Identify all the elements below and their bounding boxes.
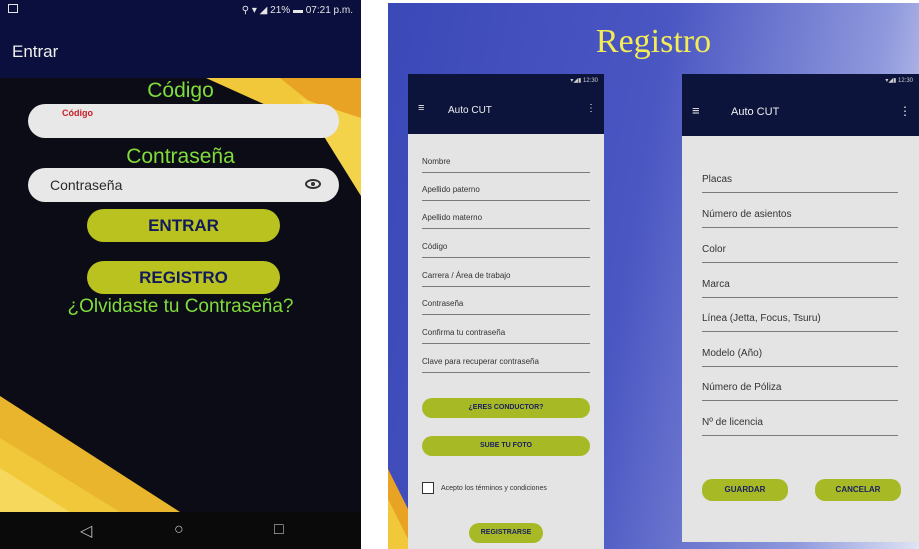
location-icon: ⚲ bbox=[241, 5, 250, 16]
upload-photo-button[interactable]: SUBE TU FOTO bbox=[422, 436, 590, 456]
placas-field[interactable]: Placas bbox=[702, 174, 898, 193]
status-signal-icons: ▾◢▮ bbox=[570, 78, 583, 84]
status-bar: ▾◢▮ 12:30 bbox=[682, 74, 919, 88]
status-bar: ⚲ ▾ ◢ 21% ▬ 07:21 p.m. bbox=[0, 0, 361, 22]
status-bar: ▾◢▮ 12:30 bbox=[408, 74, 604, 88]
password-placeholder: Contraseña bbox=[50, 177, 123, 193]
carrera-field[interactable]: Carrera / Área de trabajo bbox=[422, 271, 590, 287]
status-signal-icons: ▾◢▮ bbox=[885, 78, 898, 84]
battery-icon: ▬ bbox=[292, 5, 306, 16]
login-form: Código Código Contraseña Contraseña ENTR… bbox=[0, 78, 361, 512]
home-icon[interactable]: ○ bbox=[174, 521, 184, 539]
color-field[interactable]: Color bbox=[702, 244, 898, 263]
screenshot-notification-icon bbox=[8, 4, 18, 13]
battery-percent: 21% bbox=[270, 5, 291, 16]
app-title: Entrar bbox=[12, 42, 59, 61]
marca-field[interactable]: Marca bbox=[702, 279, 898, 298]
confirm-password-field[interactable]: Confirma tu contraseña bbox=[422, 328, 590, 344]
more-options-icon[interactable]: ⋮ bbox=[586, 103, 596, 114]
menu-icon[interactable]: ≡ bbox=[418, 102, 424, 114]
password-label: Contraseña bbox=[126, 145, 235, 168]
status-time: 12:30 bbox=[582, 78, 598, 84]
apellido-paterno-field[interactable]: Apellido paterno bbox=[422, 185, 590, 201]
more-options-icon[interactable]: ⋮ bbox=[899, 104, 911, 118]
driver-button[interactable]: ¿ERES CONDUCTOR? bbox=[422, 398, 590, 418]
app-title: Auto CUT bbox=[731, 106, 780, 118]
wifi-icon: ▾ ◢ bbox=[251, 5, 271, 16]
recents-icon[interactable]: □ bbox=[274, 521, 284, 539]
user-registration-screen: ▾◢▮ 12:30 ≡ Auto CUT ⋮ Nombre Apellido p… bbox=[408, 74, 604, 549]
codigo-input[interactable]: Código bbox=[28, 104, 339, 138]
codigo-placeholder: Código bbox=[62, 108, 93, 118]
status-indicators: ⚲ ▾ ◢ 21% ▬ 07:21 p.m. bbox=[242, 5, 353, 16]
android-nav-bar: ◁ ○ □ bbox=[0, 512, 361, 549]
apellido-materno-field[interactable]: Apellido materno bbox=[422, 213, 590, 229]
registro-title: Registro bbox=[595, 23, 712, 60]
menu-icon[interactable]: ≡ bbox=[692, 103, 700, 118]
password-input[interactable]: Contraseña bbox=[28, 168, 339, 202]
login-phone: ⚲ ▾ ◢ 21% ▬ 07:21 p.m. Entrar Código Cód… bbox=[0, 0, 361, 549]
app-bar: ≡ Auto CUT ⋮ bbox=[682, 88, 919, 136]
terms-checkbox[interactable] bbox=[422, 482, 434, 494]
screenshot-stage: ⚲ ▾ ◢ 21% ▬ 07:21 p.m. Entrar Código Cód… bbox=[0, 0, 919, 549]
linea-field[interactable]: Línea (Jetta, Focus, Tsuru) bbox=[702, 313, 898, 332]
codigo-field[interactable]: Código bbox=[422, 242, 590, 258]
modelo-field[interactable]: Modelo (Año) bbox=[702, 348, 898, 367]
recovery-key-field[interactable]: Clave para recuperar contraseña bbox=[422, 357, 590, 373]
codigo-label: Código bbox=[147, 79, 214, 102]
cancelar-button[interactable]: CANCELAR bbox=[815, 479, 901, 501]
vehicle-registration-screen: ▾◢▮ 12:30 ≡ Auto CUT ⋮ Placas Número de … bbox=[682, 74, 919, 542]
app-bar: ≡ Auto CUT ⋮ bbox=[408, 88, 604, 134]
asientos-field[interactable]: Número de asientos bbox=[702, 209, 898, 228]
app-bar: Entrar bbox=[0, 22, 361, 78]
back-icon[interactable]: ◁ bbox=[80, 521, 92, 541]
contrasena-field[interactable]: Contraseña bbox=[422, 299, 590, 315]
licencia-field[interactable]: Nº de licencia bbox=[702, 417, 898, 436]
app-title: Auto CUT bbox=[448, 105, 492, 116]
terms-label: Acepto los términos y condiciones bbox=[441, 485, 547, 492]
guardar-button[interactable]: GUARDAR bbox=[702, 479, 788, 501]
enter-button[interactable]: ENTRAR bbox=[87, 209, 280, 242]
clock: 07:21 p.m. bbox=[305, 5, 353, 16]
nombre-field[interactable]: Nombre bbox=[422, 157, 590, 173]
show-password-eye-icon[interactable] bbox=[305, 179, 321, 189]
registrarse-button[interactable]: REGISTRARSE bbox=[469, 523, 543, 543]
status-time: 12:30 bbox=[897, 78, 913, 84]
register-button[interactable]: REGISTRO bbox=[87, 261, 280, 294]
registro-slide: Registro ▾◢▮ 12:30 ≡ Auto CUT ⋮ Nombre A… bbox=[388, 3, 919, 549]
background-decoration bbox=[0, 78, 361, 512]
forgot-password-link[interactable]: ¿Olvidaste tu Contraseña? bbox=[0, 296, 361, 318]
poliza-field[interactable]: Número de Póliza bbox=[702, 382, 898, 401]
